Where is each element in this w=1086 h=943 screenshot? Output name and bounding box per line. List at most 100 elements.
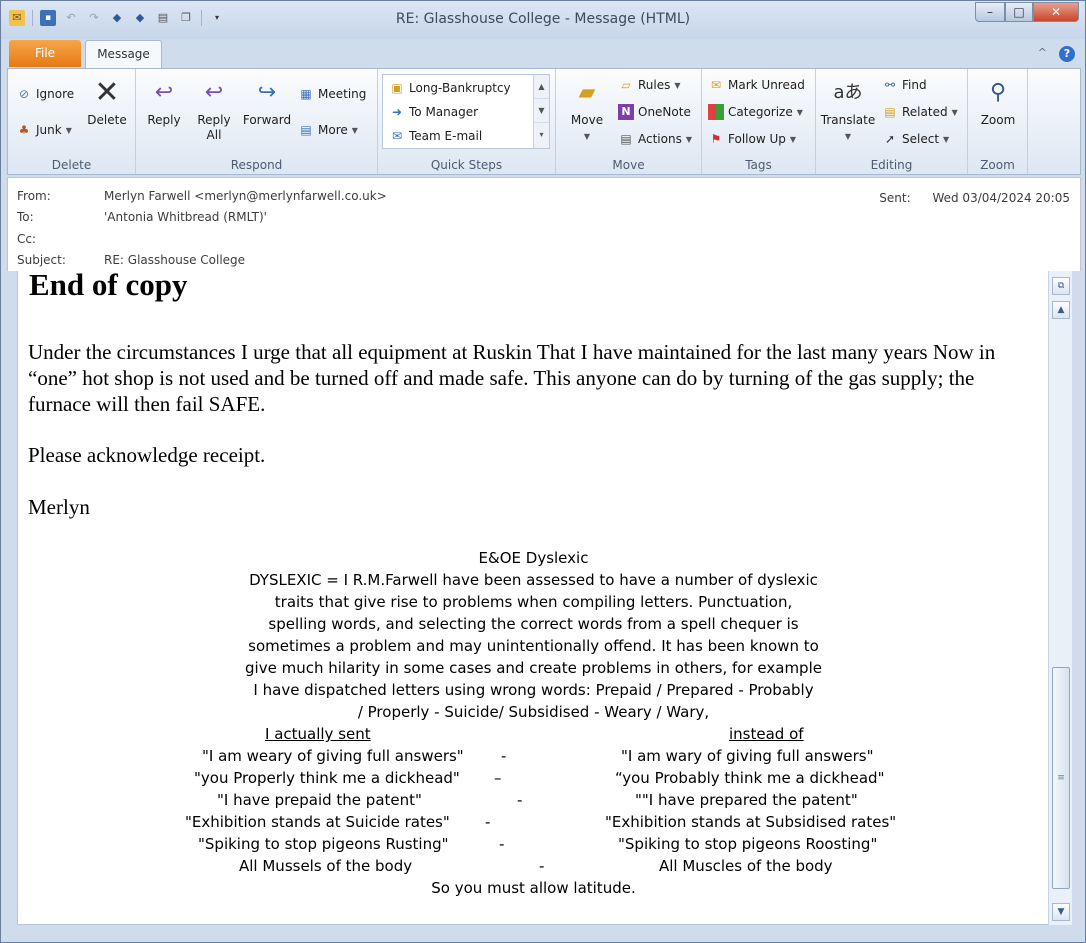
flag-icon: ⚑ (710, 132, 722, 146)
zoom-group: ⚲ Zoom Zoom (968, 69, 1028, 174)
ignore-button[interactable]: ⊘ Ignore (16, 83, 74, 105)
minimize-button[interactable]: – (975, 2, 1005, 22)
translate-label: Translate (820, 113, 876, 127)
from-value[interactable]: Merlyn Farwell <merlyn@merlynfarwell.co.… (104, 189, 387, 203)
actions-button[interactable]: ▤ Actions ▼ (618, 128, 692, 150)
zoom-button[interactable]: ⚲ Zoom (972, 77, 1024, 128)
dash: - (539, 857, 545, 875)
scroll-thumb[interactable]: ≡ (1052, 667, 1070, 889)
chevron-down-icon: ▼ (65, 125, 72, 135)
related-icon: ▤ (884, 105, 896, 119)
quick-steps-group: ▣ Long-Bankruptcy ➜ To Manager ✉ Team E-… (378, 69, 556, 174)
scroll-down-arrow[interactable]: ▼ (1052, 903, 1070, 921)
move-group: ▰ Move ▼ ▱ Rules ▼ N OneNote ▤ Actions ▼… (556, 69, 702, 174)
protected-view-icon[interactable]: ⧉ (1052, 277, 1070, 295)
sent-value: Wed 03/04/2024 20:05 (932, 191, 1070, 205)
scroll-up-arrow[interactable]: ▲ (1052, 301, 1070, 319)
maximize-button[interactable]: □ (1005, 2, 1033, 22)
chevron-down-icon: ▼ (796, 107, 803, 117)
dash: - (501, 747, 507, 765)
chevron-down-icon: ▼ (351, 125, 358, 135)
sent-phrase: "I have prepaid the patent" (217, 791, 422, 809)
meeting-button[interactable]: ▦ Meeting (298, 83, 366, 105)
follow-up-label: Follow Up (728, 132, 786, 146)
signature-line: / Properly - Suicide/ Subsidised - Weary… (357, 703, 710, 721)
folder-move-icon: ▣ (391, 81, 403, 95)
related-button[interactable]: ▤ Related ▼ (882, 101, 957, 123)
example-row: "Exhibition stands at Suicide rates" - "… (18, 811, 1048, 833)
zoom-label: Zoom (980, 113, 1016, 127)
sent-phrase: "you Properly think me a dickhead" (194, 769, 460, 787)
ribbon-controls: ^ ? (1038, 46, 1075, 62)
example-row: All Mussels of the body - All Muscles of… (18, 855, 1048, 877)
help-icon[interactable]: ? (1059, 46, 1075, 62)
ribbon-tab-row: File Message ^ ? (1, 39, 1085, 70)
select-button[interactable]: ➚ Select ▼ (882, 128, 949, 150)
onenote-button[interactable]: N OneNote (618, 101, 691, 123)
expand-gallery-icon[interactable]: ▾ (534, 123, 549, 147)
categorize-icon (708, 104, 724, 120)
sent-label: Sent: (879, 191, 911, 205)
sent-info: Sent: Wed 03/04/2024 20:05 (879, 191, 1070, 205)
reply-all-label-1: Reply (197, 113, 231, 127)
reply-all-icon: ↩ (204, 80, 224, 105)
example-row: "you Properly think me a dickhead" – “yo… (18, 767, 1048, 789)
scroll-down-icon[interactable]: ▼ (534, 99, 549, 123)
delete-label: Delete (87, 113, 127, 127)
vertical-scrollbar[interactable]: ⧉ ▲ ≡ ▼ (1048, 271, 1072, 925)
quickstep-team-email[interactable]: ✉ Team E-mail (389, 125, 482, 147)
cursor-icon: ➚ (884, 132, 896, 146)
ribbon: ⊘ Ignore ♣ Junk ▼ ✕ Delete Delete ↩ Repl… (7, 68, 1081, 175)
reply-all-label-2: All (206, 128, 222, 142)
translate-icon: aあ (833, 82, 863, 103)
more-button[interactable]: ▤ More ▼ (298, 119, 358, 141)
forward-button[interactable]: ↪ Forward (240, 77, 294, 128)
message-body[interactable]: End of copy Under the circumstances I ur… (17, 271, 1048, 925)
delete-button[interactable]: ✕ Delete (84, 77, 130, 128)
mark-unread-button[interactable]: ✉ Mark Unread (708, 74, 805, 96)
intended-phrase: "Exhibition stands at Subsidised rates" (605, 813, 897, 831)
window-title: RE: Glasshouse College - Message (HTML) (1, 11, 1085, 27)
message-header: From: Merlyn Farwell <merlyn@merlynfarwe… (7, 177, 1081, 271)
forward-icon: ↪ (257, 80, 277, 105)
ignore-label: Ignore (36, 87, 75, 101)
reply-all-button[interactable]: ↩ Reply All (192, 77, 236, 143)
junk-label: Junk (36, 123, 62, 137)
collapse-ribbon-icon[interactable]: ^ (1038, 46, 1047, 62)
follow-up-button[interactable]: ⚑ Follow Up ▼ (708, 128, 796, 150)
reply-icon: ↩ (154, 80, 174, 105)
quickstep-long-bankruptcy[interactable]: ▣ Long-Bankruptcy (389, 77, 510, 99)
magnifier-icon: ⚲ (989, 80, 1007, 105)
signoff: Merlyn (28, 495, 90, 519)
to-label: To: (17, 210, 34, 224)
cc-label: Cc: (17, 232, 37, 246)
intended-phrase: “you Probably think me a dickhead" (615, 769, 885, 787)
rules-button[interactable]: ▱ Rules ▼ (618, 74, 680, 96)
translate-button[interactable]: aあ Translate ▼ (820, 77, 876, 144)
quick-steps-gallery: ▣ Long-Bankruptcy ➜ To Manager ✉ Team E-… (382, 74, 550, 149)
forward-label: Forward (242, 113, 292, 127)
rules-icon: ▱ (621, 78, 631, 92)
categorize-button[interactable]: Categorize ▼ (708, 101, 803, 123)
end-of-copy-heading: End of copy (29, 271, 188, 302)
quickstep-to-manager[interactable]: ➜ To Manager (389, 101, 478, 123)
to-value[interactable]: 'Antonia Whitbread (RMLT)' (104, 210, 267, 224)
find-button[interactable]: ⚯ Find (882, 74, 927, 96)
move-button[interactable]: ▰ Move ▼ (562, 77, 612, 144)
dash: – (494, 769, 502, 787)
close-button[interactable]: ✕ (1033, 2, 1079, 22)
editing-group-label: Editing (870, 158, 913, 172)
reply-button[interactable]: ↩ Reply (142, 77, 186, 128)
window-title-text: RE: Glasshouse College (395, 11, 561, 27)
respond-group-label: Respond (230, 158, 283, 172)
junk-button[interactable]: ♣ Junk ▼ (16, 119, 72, 141)
sent-phrase: "Exhibition stands at Suicide rates" (185, 813, 450, 831)
scroll-up-icon[interactable]: ▲ (534, 75, 549, 99)
intended-phrase: ""I have prepared the patent" (635, 791, 858, 809)
signature-title: E&OE Dyslexic (478, 549, 589, 567)
quickstep-label: To Manager (409, 105, 479, 119)
zoom-group-label: Zoom (980, 158, 1015, 172)
move-group-label: Move (612, 158, 645, 172)
tab-message[interactable]: Message (85, 40, 162, 70)
tab-file[interactable]: File (9, 40, 81, 67)
